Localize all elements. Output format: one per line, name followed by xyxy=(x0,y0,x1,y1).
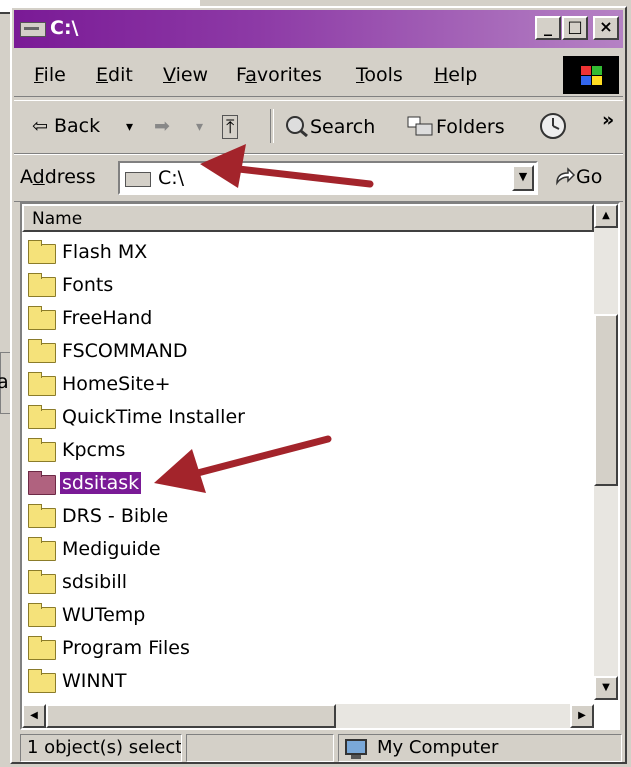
back-button[interactable]: ⇦ Back xyxy=(32,115,100,137)
explorer-window: C:\ _ □ × File Edit View Favorites Tools… xyxy=(10,6,627,764)
search-icon xyxy=(286,116,308,138)
file-name: FSCOMMAND xyxy=(62,340,188,362)
folder-icon xyxy=(28,471,56,495)
folder-icon xyxy=(28,339,56,363)
vertical-scrollbar[interactable]: ▲ ▼ xyxy=(594,204,618,700)
folder-icon xyxy=(28,273,56,297)
status-bar: 1 object(s) select My Computer xyxy=(14,734,623,762)
folders-button[interactable]: Folders xyxy=(406,115,505,138)
address-label: Address xyxy=(20,166,96,188)
menu-tools[interactable]: Tools xyxy=(356,64,403,86)
maximize-button[interactable]: □ xyxy=(562,16,588,40)
history-icon xyxy=(540,113,566,139)
folder-icon xyxy=(28,405,56,429)
address-input[interactable]: C:\ ▼ xyxy=(118,161,538,195)
file-name: WUTemp xyxy=(62,604,146,626)
folder-icon xyxy=(28,537,56,561)
address-bar: Address C:\ ▼ Go xyxy=(14,154,623,202)
file-list[interactable]: Name Flash MX Fonts FreeHand FSCOMMAND HomeS… xyxy=(20,202,620,730)
file-name: Mediguide xyxy=(62,538,161,560)
horizontal-scroll-thumb[interactable] xyxy=(46,704,336,728)
horizontal-scrollbar[interactable]: ◀ ▶ xyxy=(22,704,594,728)
folder-icon xyxy=(28,636,56,660)
folder-icon xyxy=(28,504,56,528)
status-zone: My Computer xyxy=(338,734,622,762)
address-dropdown-button[interactable]: ▼ xyxy=(512,165,534,191)
vertical-scroll-thumb[interactable] xyxy=(594,314,618,486)
scroll-down-button[interactable]: ▼ xyxy=(594,676,618,700)
menu-edit[interactable]: Edit xyxy=(96,64,133,86)
menu-favorites[interactable]: Favorites xyxy=(236,64,322,86)
minimize-button[interactable]: _ xyxy=(535,16,561,40)
window-title: C:\ xyxy=(50,17,79,39)
folder-icon xyxy=(28,240,56,264)
file-name: sdsibill xyxy=(62,571,128,593)
file-name: WINNT xyxy=(62,670,127,692)
file-name: sdsitask xyxy=(58,471,143,495)
address-value: C:\ xyxy=(158,167,185,189)
drive-icon xyxy=(20,22,46,37)
close-button[interactable]: × xyxy=(593,16,619,40)
go-button[interactable]: Go xyxy=(554,166,602,188)
file-name: QuickTime Installer xyxy=(62,406,245,428)
menu-view[interactable]: View xyxy=(163,64,208,86)
forward-button[interactable]: ➡ xyxy=(154,115,170,137)
file-name: Fonts xyxy=(62,274,114,296)
folder-icon xyxy=(28,570,56,594)
title-bar[interactable]: C:\ _ □ × xyxy=(14,10,623,48)
status-selection-count: 1 object(s) select xyxy=(20,734,182,762)
folders-icon xyxy=(407,116,433,136)
folder-icon xyxy=(28,372,56,396)
menu-help[interactable]: Help xyxy=(434,64,477,86)
forward-dropdown-button[interactable]: ▾ xyxy=(196,119,203,135)
menu-file[interactable]: File xyxy=(34,64,66,86)
file-name: DRS - Bible xyxy=(62,505,169,527)
menu-bar: File Edit View Favorites Tools Help xyxy=(14,52,623,97)
back-dropdown-button[interactable]: ▾ xyxy=(126,119,133,135)
standard-toolbar: ⇦ Back ▾ ➡ ▾ ⤒ Search Folders » xyxy=(14,100,623,154)
file-name: Flash MX xyxy=(62,241,148,263)
scroll-right-button[interactable]: ▶ xyxy=(570,704,594,728)
scroll-left-button[interactable]: ◀ xyxy=(22,704,46,728)
scroll-up-button[interactable]: ▲ xyxy=(594,204,618,228)
drive-icon xyxy=(125,172,151,187)
folder-icon xyxy=(28,438,56,462)
folder-icon xyxy=(28,603,56,627)
file-name: Kpcms xyxy=(62,439,126,461)
history-button[interactable] xyxy=(538,111,568,146)
search-button[interactable]: Search xyxy=(284,115,375,138)
toolbar-separator xyxy=(270,109,274,143)
file-name: Program Files xyxy=(62,637,190,659)
status-empty-panel xyxy=(186,734,334,762)
up-folder-button[interactable]: ⤒ xyxy=(222,115,239,139)
file-name: FreeHand xyxy=(62,307,153,329)
windows-logo-icon xyxy=(563,56,619,94)
my-computer-icon xyxy=(345,739,367,759)
folder-icon xyxy=(28,306,56,330)
toolbar-overflow-chevron[interactable]: » xyxy=(602,109,614,131)
column-header-name[interactable]: Name xyxy=(22,204,594,232)
go-arrow-icon xyxy=(556,167,576,186)
folder-icon xyxy=(28,669,56,693)
file-name: HomeSite+ xyxy=(62,373,171,395)
